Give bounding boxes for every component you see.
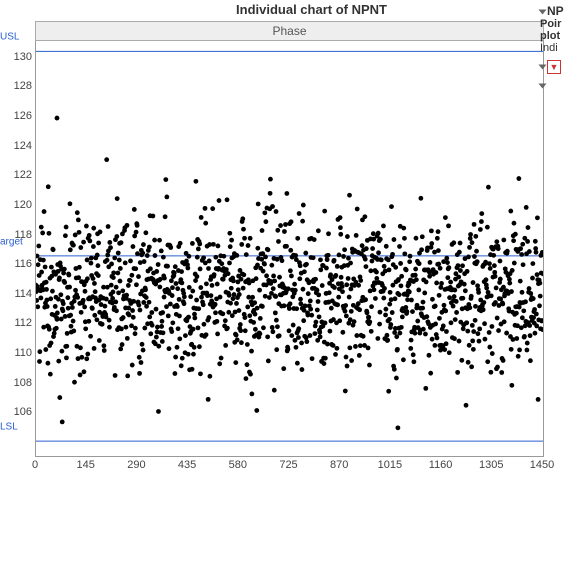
chart-title: Individual chart of NPNT: [0, 0, 578, 21]
x-tick: 725: [279, 459, 297, 471]
disclosure-icon[interactable]: [539, 65, 547, 70]
y-tick: 116: [14, 258, 32, 270]
x-tick: 1015: [378, 459, 402, 471]
x-tick: 145: [77, 459, 95, 471]
y-tick: 106: [14, 406, 32, 418]
y-tick: 114: [14, 288, 32, 300]
scatter-canvas: [36, 41, 543, 456]
side-panel: NP Poir plot Indi ▼: [540, 4, 578, 92]
y-tick: 128: [14, 80, 32, 92]
x-tick: 435: [178, 459, 196, 471]
disclosure-icon[interactable]: [539, 84, 547, 89]
warning-icon[interactable]: ▼: [547, 60, 561, 74]
x-tick: 1450: [530, 459, 554, 471]
y-tick: 120: [14, 199, 32, 211]
x-axis: 01452904355807258701015116013051450: [35, 459, 542, 477]
side-header: NP: [547, 4, 564, 18]
phase-header: Phase: [35, 21, 544, 41]
x-tick: 1305: [479, 459, 503, 471]
y-axis: 106108110112114116118120122124126128130U…: [0, 27, 34, 442]
y-tick: 126: [14, 110, 32, 122]
x-tick: 290: [127, 459, 145, 471]
y-tick: 108: [14, 377, 32, 389]
plot-area[interactable]: [35, 41, 544, 457]
y-tick: 122: [14, 169, 32, 181]
ref-label-LSL: LSL: [0, 422, 18, 433]
side-line1: Poir: [540, 18, 578, 30]
y-tick: 124: [14, 140, 32, 152]
x-tick: 1160: [429, 459, 453, 471]
y-tick: 110: [14, 347, 32, 359]
disclosure-icon[interactable]: [539, 10, 547, 15]
side-line2: plot: [540, 30, 578, 42]
x-tick: 0: [32, 459, 38, 471]
ref-label-USL: USL: [0, 32, 19, 43]
y-tick: 130: [14, 51, 32, 63]
y-tick: 112: [14, 317, 32, 329]
x-tick: 870: [330, 459, 348, 471]
side-line3: Indi: [540, 42, 578, 54]
x-tick: 580: [229, 459, 247, 471]
ref-label-arget: arget: [0, 236, 23, 247]
